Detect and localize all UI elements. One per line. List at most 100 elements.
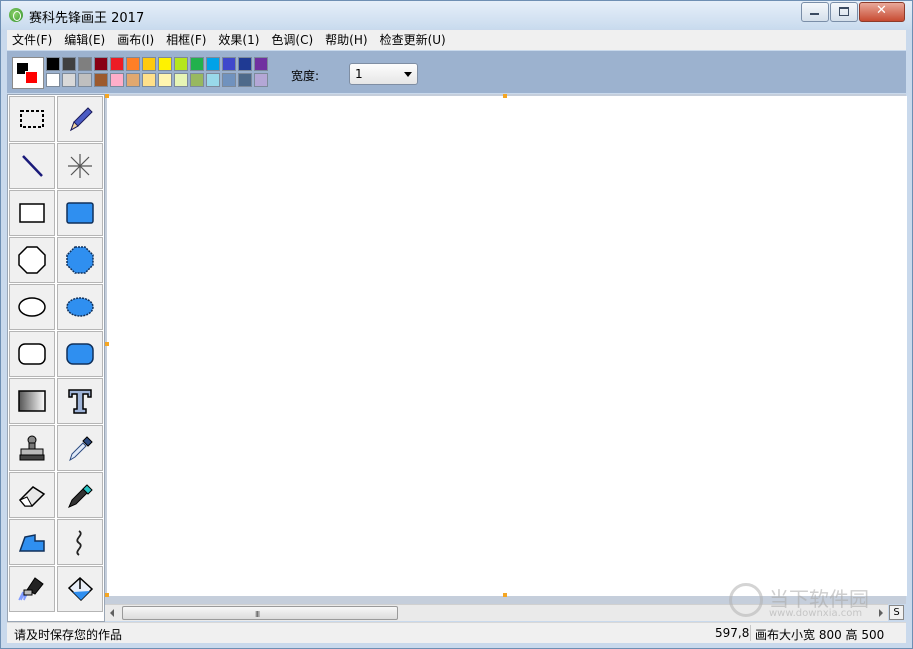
tool-polygon-fill[interactable] — [9, 519, 55, 565]
tool-eyedropper[interactable] — [57, 425, 103, 471]
color-swatch[interactable] — [158, 57, 172, 71]
color-swatch[interactable] — [222, 57, 236, 71]
brush-icon — [18, 577, 44, 601]
menu-tone[interactable]: 色调(C) — [266, 30, 318, 50]
color-swatch[interactable] — [110, 57, 124, 71]
maximize-button[interactable] — [830, 2, 858, 22]
resize-handle-top-left[interactable] — [105, 94, 109, 98]
tool-curve[interactable] — [57, 519, 103, 565]
tool-rounded-rect[interactable] — [9, 331, 55, 377]
color-palette — [46, 57, 270, 89]
color-swatch[interactable] — [62, 73, 76, 87]
pencil-icon — [70, 107, 93, 132]
color-swatch[interactable] — [190, 73, 204, 87]
watermark-url: www.downxia.com — [769, 608, 863, 619]
tool-pencil[interactable] — [57, 96, 103, 142]
tool-filled-octagon[interactable] — [57, 237, 103, 283]
color-swatch[interactable] — [206, 73, 220, 87]
filled-rectangle-icon — [66, 202, 94, 224]
color-swatch[interactable] — [222, 73, 236, 87]
resize-handle-bottom[interactable] — [503, 593, 507, 597]
close-button[interactable]: ✕ — [859, 2, 905, 22]
menu-file[interactable]: 文件(F) — [7, 30, 57, 50]
color-swatch[interactable] — [206, 57, 220, 71]
menu-help[interactable]: 帮助(H) — [320, 30, 372, 50]
color-swatch[interactable] — [238, 57, 252, 71]
tool-brush[interactable] — [9, 566, 55, 612]
menu-check-update[interactable]: 检查更新(U) — [375, 30, 451, 50]
canvas-viewport — [105, 94, 907, 604]
color-swatch[interactable] — [110, 73, 124, 87]
color-swatch[interactable] — [158, 73, 172, 87]
chevron-down-icon — [404, 72, 412, 77]
tool-marker[interactable] — [57, 472, 103, 518]
color-swatch[interactable] — [174, 73, 188, 87]
tool-paint-bucket[interactable] — [57, 566, 103, 612]
status-divider — [750, 625, 751, 641]
color-swatch[interactable] — [142, 73, 156, 87]
scroll-thumb[interactable]: III — [122, 606, 398, 620]
scroll-right-icon[interactable] — [872, 605, 888, 621]
app-window: 赛科先锋画王 2017 ✕ 文件(F) 编辑(E) 画布(I) 相框(F) 效果… — [0, 0, 913, 649]
tool-rect-select[interactable] — [9, 96, 55, 142]
color-swatch[interactable] — [78, 57, 92, 71]
tool-filled-rounded-rect[interactable] — [57, 331, 103, 377]
canvas-size-readout: 画布大小宽 800 高 500 — [755, 628, 885, 642]
current-colors[interactable] — [12, 57, 44, 89]
tool-text[interactable] — [57, 378, 103, 424]
tool-filled-rectangle[interactable] — [57, 190, 103, 236]
color-swatch[interactable] — [238, 73, 252, 87]
menu-edit[interactable]: 编辑(E) — [59, 30, 110, 50]
tool-filled-ellipse[interactable] — [57, 284, 103, 330]
menu-canvas[interactable]: 画布(I) — [112, 30, 159, 50]
marker-icon — [68, 484, 93, 508]
color-swatch[interactable] — [254, 57, 268, 71]
resize-handle-top[interactable] — [503, 94, 507, 98]
menu-bar: 文件(F) 编辑(E) 画布(I) 相框(F) 效果(1) 色调(C) 帮助(H… — [7, 30, 906, 50]
rect-select-icon — [20, 110, 44, 128]
status-bar: 请及时保存您的作品 597,8 画布大小宽 800 高 500 — [7, 622, 906, 643]
color-swatch[interactable] — [46, 73, 60, 87]
rectangle-icon — [19, 203, 45, 223]
status-message: 请及时保存您的作品 — [14, 628, 123, 642]
drawing-canvas[interactable] — [107, 96, 907, 596]
polygon-fill-icon — [18, 534, 45, 552]
resize-handle-left[interactable] — [105, 342, 109, 346]
menu-effects[interactable]: 效果(1) — [213, 30, 264, 50]
tool-spray[interactable] — [57, 143, 103, 189]
corner-button[interactable]: S — [889, 605, 904, 620]
resize-handle-bottom-left[interactable] — [105, 593, 109, 597]
color-swatch[interactable] — [254, 73, 268, 87]
color-swatch[interactable] — [62, 57, 76, 71]
tool-eraser[interactable] — [9, 472, 55, 518]
color-swatch[interactable] — [94, 57, 108, 71]
width-dropdown[interactable]: 1 — [349, 63, 418, 85]
toolbox — [7, 94, 105, 622]
tool-gradient[interactable] — [9, 378, 55, 424]
color-swatch[interactable] — [174, 57, 188, 71]
menu-frame[interactable]: 相框(F) — [161, 30, 211, 50]
title-bar: 赛科先锋画王 2017 ✕ — [1, 1, 912, 29]
tool-stamp[interactable] — [9, 425, 55, 471]
tool-line[interactable] — [9, 143, 55, 189]
color-swatch[interactable] — [190, 57, 204, 71]
minimize-button[interactable] — [801, 2, 829, 22]
octagon-icon — [18, 246, 46, 274]
background-color[interactable] — [25, 71, 38, 84]
maximize-icon — [839, 7, 849, 16]
tool-octagon[interactable] — [9, 237, 55, 283]
color-swatch[interactable] — [126, 73, 140, 87]
scroll-grip: III — [255, 610, 260, 619]
app-logo-icon — [9, 8, 23, 22]
tool-ellipse[interactable] — [9, 284, 55, 330]
color-swatch[interactable] — [46, 57, 60, 71]
color-swatch[interactable] — [78, 73, 92, 87]
scroll-left-icon[interactable] — [105, 605, 121, 621]
color-swatch[interactable] — [126, 57, 140, 71]
tool-rectangle[interactable] — [9, 190, 55, 236]
watermark-logo-icon — [729, 583, 763, 617]
spray-icon — [68, 154, 92, 178]
width-label: 宽度: — [291, 69, 320, 83]
color-swatch[interactable] — [142, 57, 156, 71]
color-swatch[interactable] — [94, 73, 108, 87]
